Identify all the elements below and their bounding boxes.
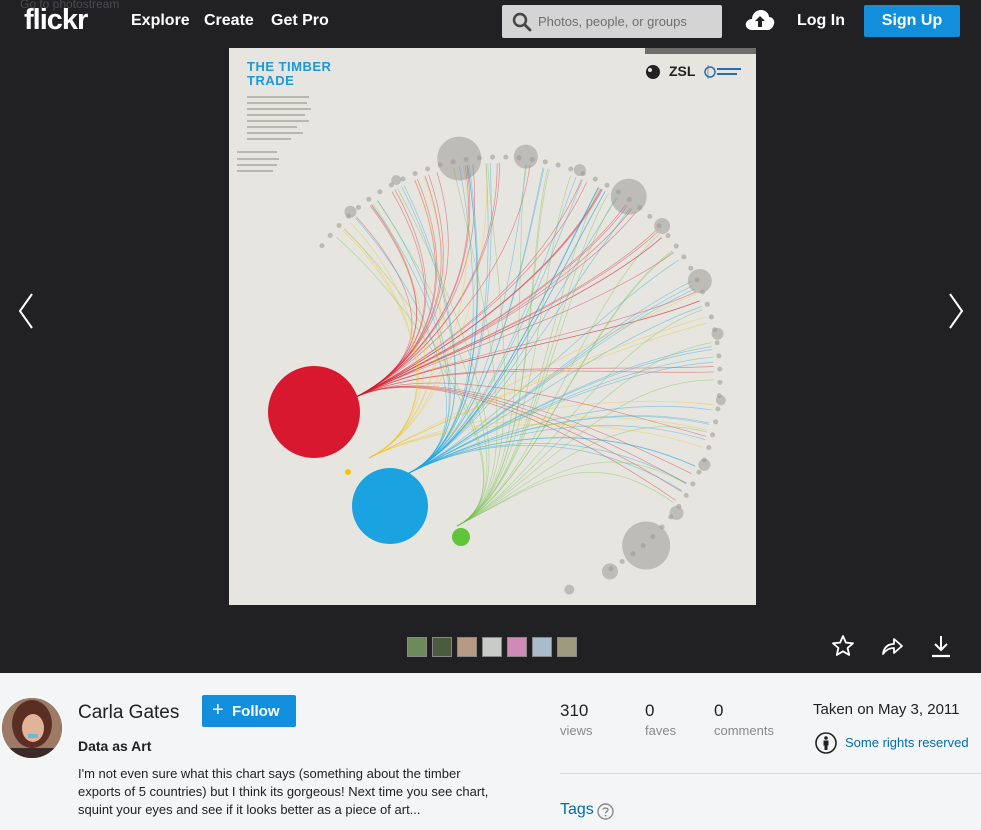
owner-name[interactable]: Carla Gates [78, 702, 179, 724]
thumbnail-6[interactable] [532, 637, 552, 657]
download-icon[interactable] [929, 634, 953, 663]
timber-trade-infographic [237, 48, 756, 595]
photo-info-panel: Carla Gates + Follow Data as Art I'm not… [0, 673, 981, 830]
owner-avatar[interactable] [2, 698, 62, 758]
thumbnail-5[interactable] [507, 637, 527, 657]
tags-label: Tags [560, 801, 594, 818]
flickr-logo[interactable]: flickr [24, 4, 88, 37]
source-circle-yellow [345, 469, 351, 475]
comments-label: comments [714, 723, 774, 738]
date-taken[interactable]: Taken on May 3, 2011 [813, 701, 959, 718]
comments-stat: 0 comments [714, 701, 774, 738]
source-circle-green [452, 528, 470, 546]
search-input[interactable] [538, 5, 718, 38]
views-stat: 310 views [560, 701, 593, 738]
favorite-star-icon[interactable] [831, 634, 855, 663]
main-photo[interactable]: THE TIMBER TRADE ZSL [229, 48, 756, 605]
follow-button-label: Follow [232, 703, 280, 720]
faves-count: 0 [645, 701, 655, 720]
plus-icon: + [212, 699, 224, 721]
photo-title: Data as Art [78, 738, 152, 754]
source-circle-blue [352, 468, 428, 544]
nav-create[interactable]: Create [204, 12, 254, 30]
partner-logos [645, 48, 756, 79]
tags-section[interactable]: Tags [560, 801, 614, 820]
views-count: 310 [560, 701, 589, 720]
views-label: views [560, 723, 593, 738]
photostream-thumbnails [407, 637, 577, 657]
login-link[interactable]: Log In [797, 12, 845, 30]
license-text: Some rights reserved [845, 735, 969, 750]
next-photo-chevron-right-icon[interactable] [946, 292, 966, 335]
zsl-logo: ZSL [669, 63, 696, 79]
intro-text-block [237, 96, 311, 172]
thumbnail-2[interactable] [432, 637, 452, 657]
photo-viewer: Go to photostream flickr Explore Create … [0, 0, 981, 673]
infographic-title-line-1: THE TIMBER [247, 59, 332, 74]
follow-button[interactable]: + Follow [202, 695, 296, 727]
photo-description: I'm not even sure what this chart says (… [78, 766, 489, 817]
top-navigation-bar: flickr Explore Create Get Pro Log In Sig… [0, 0, 981, 44]
source-circle-red [268, 366, 360, 458]
thumbnail-7[interactable] [557, 637, 577, 657]
search-box [502, 5, 722, 38]
help-question-icon[interactable] [597, 803, 614, 825]
infographic-title: THE TIMBER TRADE [247, 60, 331, 88]
nav-explore[interactable]: Explore [131, 12, 190, 30]
faves-label: faves [645, 723, 677, 738]
thumbnail-3[interactable] [457, 637, 477, 657]
divider [560, 773, 981, 774]
previous-photo-chevron-left-icon[interactable] [16, 292, 36, 335]
signup-button[interactable]: Sign Up [864, 5, 960, 37]
infographic-title-line-2: TRADE [247, 73, 295, 88]
thumbnail-1[interactable] [407, 637, 427, 657]
comments-count: 0 [714, 701, 724, 720]
thumbnail-4[interactable] [482, 637, 502, 657]
creative-commons-attribution-icon [815, 732, 837, 759]
upload-cloud-icon[interactable] [744, 8, 776, 37]
share-arrow-icon[interactable] [880, 634, 904, 663]
faves-stat: 0 faves [645, 701, 676, 738]
nav-get-pro[interactable]: Get Pro [271, 12, 329, 30]
search-icon[interactable] [512, 12, 532, 37]
